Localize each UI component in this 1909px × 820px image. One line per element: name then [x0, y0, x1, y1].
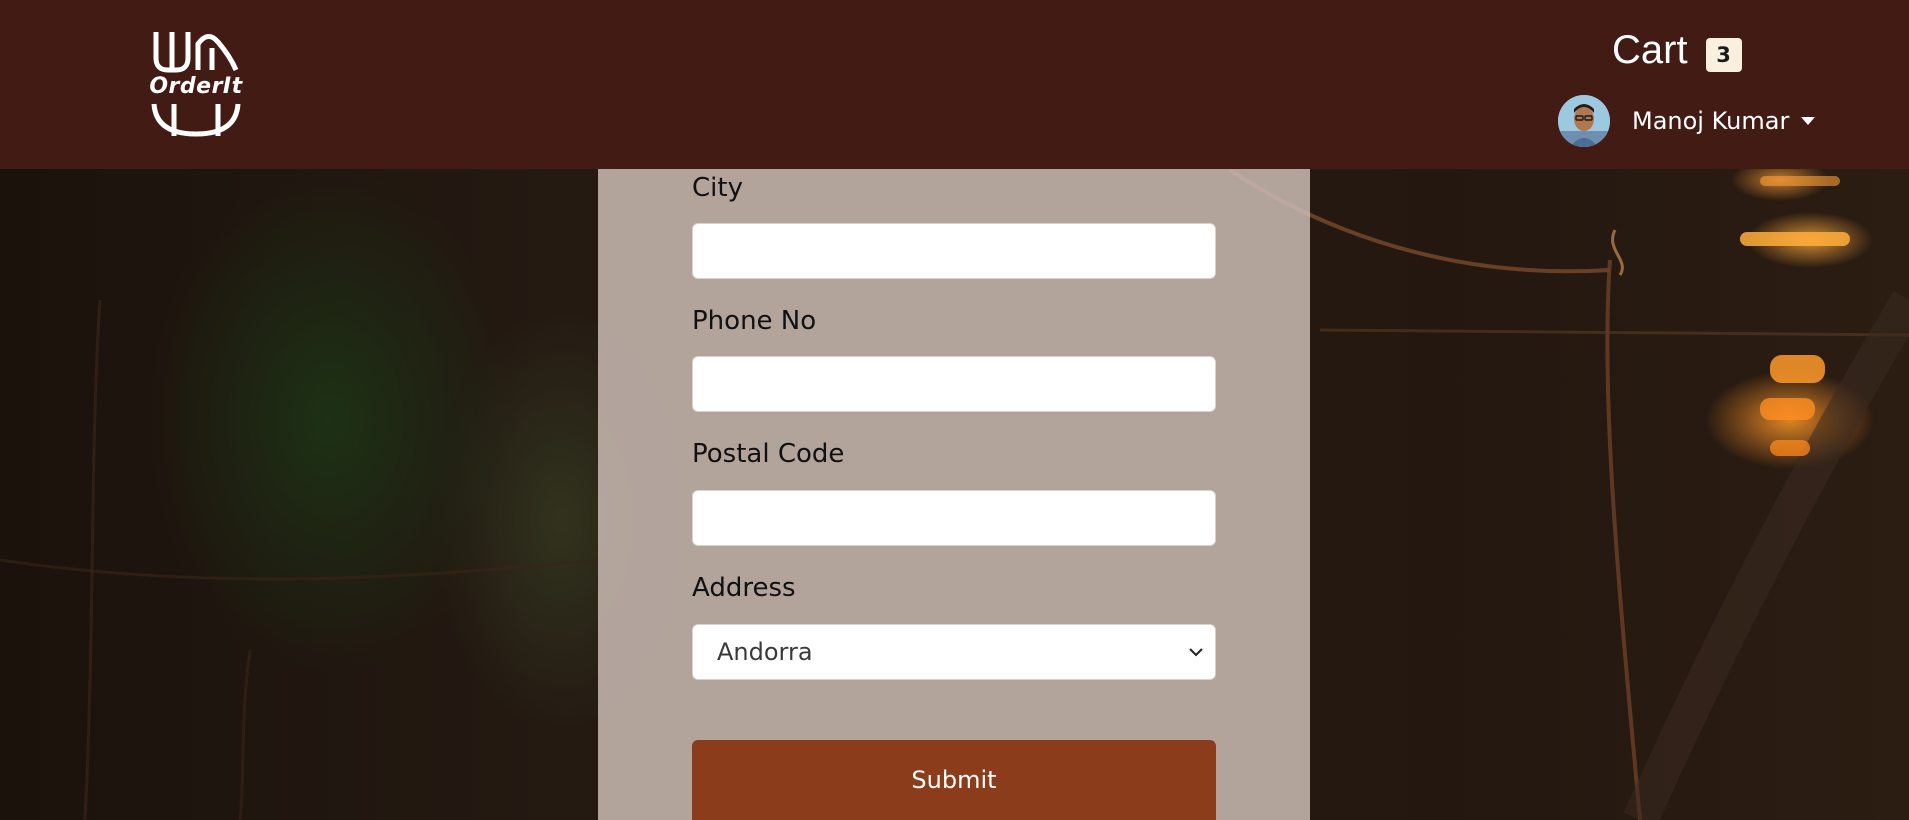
chevron-down-icon — [1189, 648, 1203, 657]
shipping-form-panel: City Phone No Postal Code Address Andorr… — [598, 169, 1310, 820]
navbar: OrderIt Cart 3 Manoj Kumar — [0, 0, 1909, 169]
cart-link[interactable]: Cart 3 — [1612, 22, 1742, 78]
brand-logo-text: OrderIt — [149, 74, 243, 99]
caret-down-icon — [1801, 117, 1816, 125]
phone-label: Phone No — [692, 306, 817, 336]
phone-input[interactable] — [692, 356, 1216, 412]
brand-logo[interactable]: OrderIt — [146, 28, 246, 140]
avatar — [1558, 95, 1610, 147]
city-label: City — [692, 173, 743, 203]
city-input[interactable] — [692, 223, 1216, 279]
postal-code-input[interactable] — [692, 490, 1216, 546]
address-select[interactable]: Andorra — [692, 624, 1216, 680]
cart-count-badge: 3 — [1705, 38, 1742, 72]
user-menu-toggle[interactable]: Manoj Kumar — [1558, 94, 1816, 148]
submit-button[interactable]: Submit — [692, 740, 1216, 820]
cart-label: Cart — [1612, 27, 1688, 72]
user-name: Manoj Kumar — [1632, 107, 1790, 135]
address-label: Address — [692, 573, 796, 603]
postal-code-label: Postal Code — [692, 439, 845, 469]
address-selected-value: Andorra — [717, 638, 813, 666]
